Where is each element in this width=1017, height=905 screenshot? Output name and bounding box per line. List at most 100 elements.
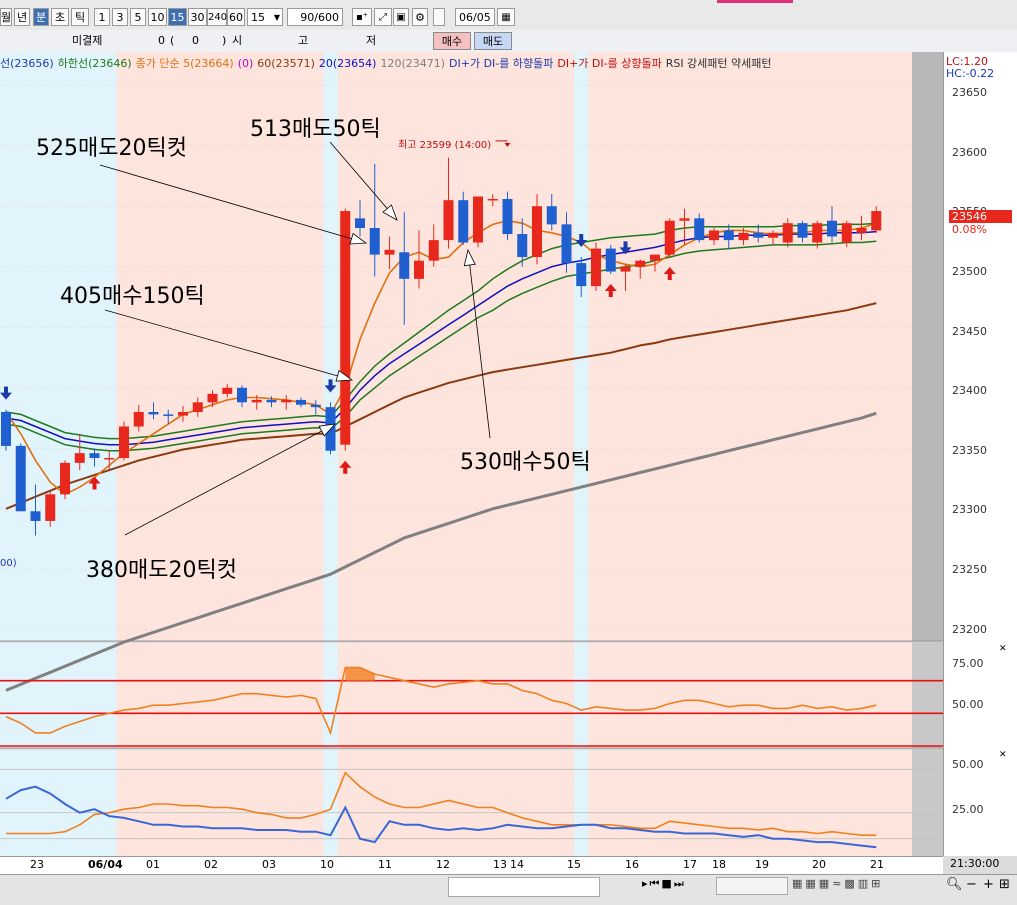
zoom-slider[interactable] [716, 877, 788, 895]
chart-toolbar: 월 년 분 초 틱 1 3 5 10 15 30 240 60 15 ▼ 90/6… [0, 0, 1017, 31]
candle-body [237, 387, 247, 403]
zoom-out-icon[interactable]: − [966, 877, 977, 892]
current-price-badge: 23546 [949, 210, 1012, 223]
candle-body [517, 234, 528, 258]
price-tick: 23250 [952, 563, 987, 576]
x-label: 15 [567, 858, 581, 871]
x-label: 17 [683, 858, 697, 871]
price-tick: 23650 [952, 86, 987, 99]
di-tick: 25.00 [952, 803, 984, 816]
chart-tool-icons[interactable]: ▦▦▦≈▩▥⊞ [792, 877, 952, 895]
crosshair-icon[interactable]: ▪⁺ [352, 8, 372, 26]
calendar-icon[interactable]: ▦ [497, 8, 515, 26]
x-label: 01 [146, 858, 160, 871]
date-checkbox[interactable] [433, 8, 445, 26]
candle-body [340, 211, 351, 445]
candle-body [207, 393, 218, 403]
unit-month-button[interactable]: 월 [0, 8, 12, 26]
window-accent-bar [717, 0, 793, 3]
scroll-track[interactable] [448, 877, 600, 897]
candle-body [664, 220, 675, 255]
legend-item: 60(23571) [257, 57, 315, 70]
price-tick: 23450 [952, 325, 987, 338]
panel-close-icon[interactable]: ✕ [999, 750, 1007, 760]
candle-body [473, 196, 483, 243]
x-label: 21 [870, 858, 884, 871]
candle [60, 460, 70, 500]
annotation-513-text: 513매도50틱 [250, 117, 381, 142]
candle-body [60, 462, 70, 495]
price-tick: 23400 [952, 384, 987, 397]
candle-body [576, 263, 587, 287]
legend-item: 하한선(23646) [57, 57, 132, 70]
unit-tick-button[interactable]: 틱 [71, 8, 89, 26]
x-label: 20 [812, 858, 826, 871]
legend-item: 20(23654) [318, 57, 377, 70]
sell-button[interactable]: 매도 [474, 32, 512, 50]
interval-10-button[interactable]: 10 [148, 8, 167, 26]
candle-body [15, 445, 26, 512]
candle-body [487, 198, 498, 201]
bar-count-input[interactable]: 90/600 [287, 8, 343, 26]
interval-3-button[interactable]: 3 [112, 8, 128, 26]
playback-controls[interactable]: ▸⏮■⏭ [642, 877, 712, 895]
search-icon[interactable]: 🔍︎ [946, 877, 963, 892]
candle-body [266, 399, 277, 403]
candle-body [561, 224, 572, 264]
candle-body [369, 228, 380, 255]
candle-body [399, 252, 410, 279]
candle-body [1, 412, 11, 446]
time-axis: 23 06/04 01 02 03 10 11 12 13 14 15 16 1… [0, 856, 943, 875]
price-tick: 23500 [952, 265, 987, 278]
price-tick: 23200 [952, 623, 987, 636]
highlight-band [588, 52, 912, 856]
unfilled-paren-value: 0 [192, 34, 199, 47]
candle-body [414, 260, 424, 279]
candle-body [384, 249, 395, 255]
interval-5-button[interactable]: 5 [130, 8, 146, 26]
high-price-label: 최고 23599 (14:00) [398, 140, 492, 151]
annotation-380: 380매도20틱컷 [86, 552, 237, 584]
unit-year-button[interactable]: 년 [14, 8, 30, 26]
candle-body [443, 200, 454, 241]
bar-count-total: /600 [314, 11, 339, 24]
x-label: 02 [204, 858, 218, 871]
low-price-label: 00) [0, 558, 17, 569]
unfilled-label: 미결제 [72, 34, 103, 47]
save-icon[interactable]: ▣ [393, 8, 409, 26]
candle-body [74, 453, 85, 463]
interval-60-button[interactable]: 60 [227, 8, 245, 26]
interval-240-button[interactable]: 240 [207, 8, 227, 26]
interval-select[interactable]: 15 ▼ [247, 8, 283, 26]
open-label: 시 [232, 34, 243, 47]
x-label: 06/04 [88, 858, 123, 871]
candle-body [310, 404, 321, 408]
candle-body [192, 402, 203, 412]
unit-second-button[interactable]: 초 [51, 8, 69, 26]
rsi-tick: 75.00 [952, 657, 984, 670]
interval-30-button[interactable]: 30 [188, 8, 207, 26]
interval-1-button[interactable]: 1 [94, 8, 110, 26]
zoom-fit-icon[interactable]: ⤢ [374, 8, 392, 26]
gear-icon[interactable]: ⚙ [412, 8, 428, 26]
interval-select-value: 15 [251, 11, 265, 24]
expand-icon[interactable]: ⊞ [999, 877, 1010, 892]
candle [591, 242, 601, 291]
x-label: 18 [712, 858, 726, 871]
unit-minute-button[interactable]: 분 [33, 8, 49, 26]
interval-15-button[interactable]: 15 [168, 8, 187, 26]
buy-button[interactable]: 매수 [433, 32, 471, 50]
rsi-tick: 50.00 [952, 698, 984, 711]
candle [119, 421, 129, 461]
candle [1, 409, 11, 451]
unfilled-value: 0 [158, 34, 165, 47]
panel-close-icon[interactable]: ✕ [999, 644, 1007, 654]
candle-body [620, 266, 631, 272]
price-tick: 23600 [952, 146, 987, 159]
candle-body [355, 218, 365, 228]
zoom-in-icon[interactable]: + [983, 877, 994, 892]
bottom-control-bar: ▸⏮■⏭ ▦▦▦≈▩▥⊞ 🔍︎ − + ⊞ [0, 874, 1017, 905]
x-label: 12 [436, 858, 450, 871]
annotation-380-text: 380매도20틱컷 [86, 558, 237, 583]
date-input[interactable]: 06/05 [455, 8, 495, 26]
